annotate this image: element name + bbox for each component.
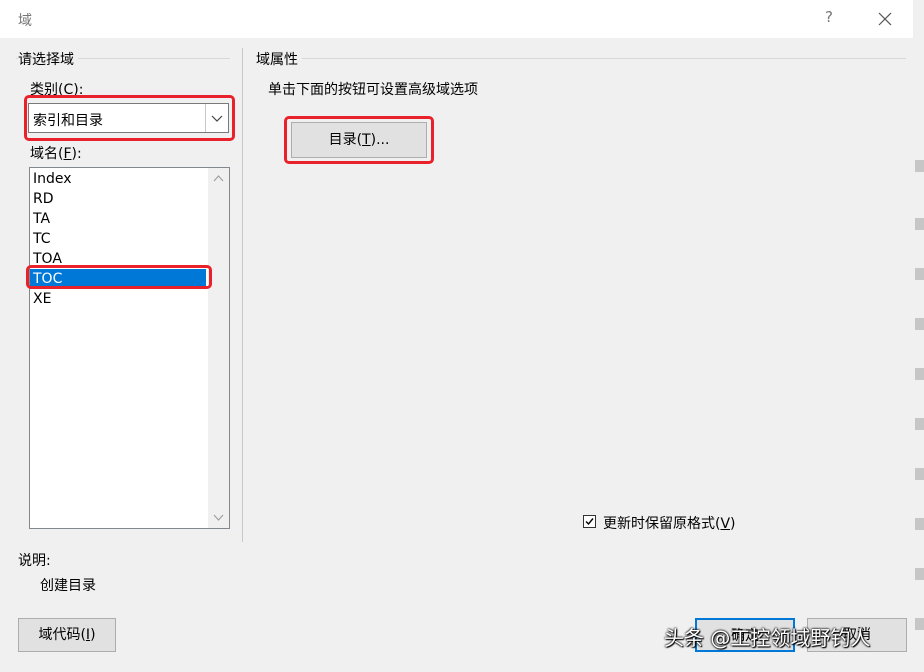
list-item-ta[interactable]: TA bbox=[30, 209, 206, 229]
fieldname-label: 域名(F): bbox=[30, 146, 82, 162]
preserve-format-checkbox[interactable] bbox=[583, 515, 596, 528]
close-button[interactable] bbox=[872, 6, 898, 32]
list-scrollbar[interactable] bbox=[208, 168, 229, 528]
options-hint: 单击下面的按钮可设置高级域选项 bbox=[268, 82, 478, 98]
edge-mark bbox=[915, 318, 924, 330]
right-group-title: 域属性 bbox=[256, 49, 302, 69]
edge-mark bbox=[915, 218, 924, 230]
preserve-format-label[interactable]: 更新时保留原格式(V) bbox=[603, 513, 736, 533]
field-codes-button[interactable]: 域代码(I) bbox=[18, 618, 116, 652]
checkmark-icon bbox=[585, 518, 594, 526]
list-item-rd[interactable]: RD bbox=[30, 189, 206, 209]
scroll-down-icon[interactable] bbox=[208, 508, 229, 528]
field-names-list[interactable]: Index RD TA TC TOA TOC XE bbox=[29, 167, 230, 529]
edge-mark bbox=[915, 160, 924, 172]
help-button[interactable]: ? bbox=[818, 8, 840, 30]
toc-highlight bbox=[26, 265, 212, 289]
edge-mark bbox=[915, 568, 924, 580]
description-text: 创建目录 bbox=[40, 578, 96, 594]
close-icon bbox=[878, 12, 892, 26]
edge-mark bbox=[915, 618, 924, 630]
left-group-title: 请选择域 bbox=[18, 49, 78, 69]
right-group-line bbox=[256, 58, 906, 59]
edge-mark bbox=[915, 418, 924, 430]
list-item-xe[interactable]: XE bbox=[30, 289, 206, 309]
title-bar bbox=[0, 0, 924, 38]
group-divider bbox=[242, 48, 243, 542]
watermark: 头条 @工控领域野钓人 bbox=[664, 626, 871, 650]
edge-mark bbox=[915, 518, 924, 530]
list-item-index[interactable]: Index bbox=[30, 169, 206, 189]
category-highlight bbox=[24, 95, 235, 141]
edge-mark bbox=[915, 368, 924, 380]
list-item-tc[interactable]: TC bbox=[30, 229, 206, 249]
window-title: 域 bbox=[18, 13, 32, 29]
edge-mark bbox=[915, 268, 924, 280]
edge-mark bbox=[915, 468, 924, 480]
scroll-up-icon[interactable] bbox=[208, 168, 229, 188]
toc-button-highlight bbox=[284, 116, 434, 164]
description-label: 说明: bbox=[18, 553, 51, 569]
